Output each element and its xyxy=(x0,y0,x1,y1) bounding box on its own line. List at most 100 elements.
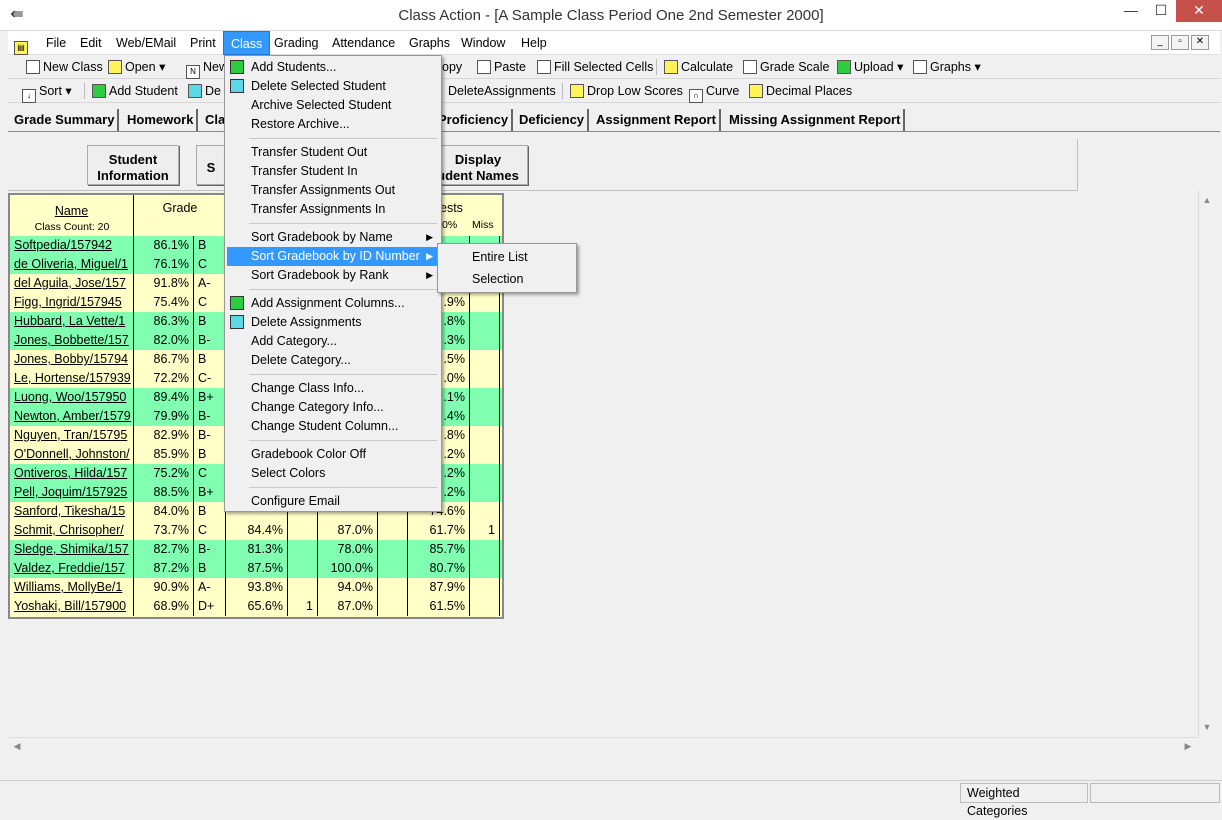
tests-miss-cell[interactable] xyxy=(470,350,500,369)
class-menu-item-transfer-student-in[interactable]: Transfer Student In xyxy=(227,162,439,181)
student-name-cell[interactable]: Williams, MollyBe/1 xyxy=(10,578,134,597)
mdi-minimize-button[interactable]: _ xyxy=(1151,35,1169,50)
grade-percent-cell[interactable]: 82.0% xyxy=(134,331,194,350)
class-menu-item-sort-gradebook-by-name[interactable]: Sort Gradebook by Name ▶ xyxy=(227,228,439,247)
menu-graphs[interactable]: Graphs xyxy=(402,31,457,55)
tests-miss-cell[interactable] xyxy=(470,597,500,616)
tests-percent-cell[interactable]: 80.7% xyxy=(408,559,470,578)
tests-miss-cell[interactable] xyxy=(470,578,500,597)
new-class-button[interactable]: New Class xyxy=(26,55,103,79)
grade-letter-cell[interactable]: B xyxy=(194,236,226,255)
grade-letter-cell[interactable]: A- xyxy=(194,578,226,597)
tests-miss-cell[interactable]: 1 xyxy=(470,521,500,540)
student-name-cell[interactable]: Sanford, Tikesha/15 xyxy=(10,502,134,521)
open-button[interactable]: Open ▾ xyxy=(108,55,165,79)
table-row[interactable]: Schmit, Chrisopher/73.7% C 84.4% 87.0% 61.7%… xyxy=(10,521,502,540)
class-menu-item-change-class-info[interactable]: Change Class Info... xyxy=(227,379,439,398)
grade-percent-cell[interactable]: 91.8% xyxy=(134,274,194,293)
student-name-cell[interactable]: Figg, Ingrid/157945 xyxy=(10,293,134,312)
miss-count-cell[interactable] xyxy=(288,578,318,597)
grade-letter-cell[interactable]: B- xyxy=(194,407,226,426)
student-name-cell[interactable]: Hubbard, La Vette/1 xyxy=(10,312,134,331)
class-menu-item-delete-category[interactable]: Delete Category... xyxy=(227,351,439,370)
student-name-cell[interactable]: O'Donnell, Johnston/ xyxy=(10,445,134,464)
copy-button[interactable]: opy xyxy=(442,55,462,79)
tests-miss-cell[interactable] xyxy=(470,388,500,407)
menu-help[interactable]: Help xyxy=(514,31,554,55)
miss-count-cell[interactable] xyxy=(288,559,318,578)
delete-assignments-button[interactable]: DeleteAssignments xyxy=(448,79,556,103)
grade-percent-cell[interactable]: 90.9% xyxy=(134,578,194,597)
grade-percent-cell[interactable]: 89.4% xyxy=(134,388,194,407)
maximize-button[interactable]: ☐ xyxy=(1146,0,1176,22)
tests-percent-cell[interactable]: 87.9% xyxy=(408,578,470,597)
student-name-cell[interactable]: Jones, Bobbette/157 xyxy=(10,331,134,350)
student-name-cell[interactable]: Schmit, Chrisopher/ xyxy=(10,521,134,540)
menu-file[interactable]: File xyxy=(39,31,73,55)
score-cell[interactable]: 87.5% xyxy=(226,559,288,578)
tests-percent-cell[interactable]: 61.5% xyxy=(408,597,470,616)
tests-miss-cell[interactable] xyxy=(470,559,500,578)
grade-percent-cell[interactable]: 82.9% xyxy=(134,426,194,445)
tests-miss-cell[interactable] xyxy=(470,312,500,331)
tests-miss-cell[interactable] xyxy=(470,293,500,312)
menu-web-email[interactable]: Web/EMail xyxy=(109,31,183,55)
mdi-restore-button[interactable]: ▫ xyxy=(1171,35,1189,50)
student-name-cell[interactable]: Nguyen, Tran/15795 xyxy=(10,426,134,445)
grade-percent-cell[interactable]: 75.2% xyxy=(134,464,194,483)
student-name-cell[interactable]: Luong, Woo/157950 xyxy=(10,388,134,407)
grade-letter-cell[interactable]: B xyxy=(194,445,226,464)
grade-percent-cell[interactable]: 73.7% xyxy=(134,521,194,540)
grade-percent-cell[interactable]: 75.4% xyxy=(134,293,194,312)
class-menu-item-delete-assignments[interactable]: Delete Assignments xyxy=(227,313,439,332)
tests-miss-cell[interactable] xyxy=(470,540,500,559)
grade-percent-cell[interactable]: 68.9% xyxy=(134,597,194,616)
class-menu-item-add-assignment-columns[interactable]: Add Assignment Columns... xyxy=(227,294,439,313)
score-cell[interactable]: 100.0% xyxy=(318,559,378,578)
class-menu-item-change-student-column[interactable]: Change Student Column... xyxy=(227,417,439,436)
grade-letter-cell[interactable]: B- xyxy=(194,426,226,445)
close-button[interactable]: ✕ xyxy=(1176,0,1222,22)
vertical-scrollbar[interactable]: ▲ ▼ xyxy=(1198,191,1215,737)
tests-miss-cell[interactable] xyxy=(470,407,500,426)
fill-selected-cells-button[interactable]: Fill Selected Cells xyxy=(537,55,653,79)
grade-scale-button[interactable]: Grade Scale xyxy=(743,55,829,79)
class-menu-item-delete-selected-student[interactable]: Delete Selected Student xyxy=(227,77,439,96)
grade-letter-cell[interactable]: C- xyxy=(194,369,226,388)
table-row[interactable]: Valdez, Freddie/157 87.2% B 87.5% 100.0% 80.7… xyxy=(10,559,502,578)
class-menu-item-sort-gradebook-by-rank[interactable]: Sort Gradebook by Rank ▶ xyxy=(227,266,439,285)
grade-percent-cell[interactable]: 76.1% xyxy=(134,255,194,274)
minimize-button[interactable]: — xyxy=(1116,0,1146,22)
student-name-cell[interactable]: Softpedia/157942 xyxy=(10,236,134,255)
grade-letter-cell[interactable]: C xyxy=(194,521,226,540)
tests-miss-cell[interactable] xyxy=(470,483,500,502)
grade-percent-cell[interactable]: 86.3% xyxy=(134,312,194,331)
student-information-button[interactable]: Student Information xyxy=(87,145,179,185)
grade-letter-cell[interactable]: A- xyxy=(194,274,226,293)
miss-count-cell[interactable] xyxy=(378,540,408,559)
miss-count-cell[interactable] xyxy=(378,578,408,597)
paste-button[interactable]: Paste xyxy=(477,55,526,79)
table-row[interactable]: Yoshaki, Bill/157900 68.9% D+ 65.6% 1 87.0% 61… xyxy=(10,597,502,616)
tab-homework[interactable]: Homework xyxy=(124,109,199,131)
miss-count-cell[interactable]: 1 xyxy=(288,597,318,616)
table-row[interactable]: Williams, MollyBe/1 90.9% A- 93.8% 94.0% 87.9… xyxy=(10,578,502,597)
student-name-cell[interactable]: Ontiveros, Hilda/157 xyxy=(10,464,134,483)
miss-count-cell[interactable] xyxy=(288,540,318,559)
mdi-close-button[interactable]: ✕ xyxy=(1191,35,1209,50)
tab-deficiency[interactable]: Deficiency xyxy=(516,109,590,131)
delete-student-button[interactable]: De xyxy=(188,79,221,103)
class-menu-item-archive-selected-student[interactable]: Archive Selected Student xyxy=(227,96,439,115)
grade-percent-cell[interactable]: 85.9% xyxy=(134,445,194,464)
grade-percent-cell[interactable]: 87.2% xyxy=(134,559,194,578)
class-menu-item-restore-archive[interactable]: Restore Archive... xyxy=(227,115,439,134)
menu-edit[interactable]: Edit xyxy=(73,31,109,55)
grade-letter-cell[interactable]: B+ xyxy=(194,388,226,407)
tests-miss-cell[interactable] xyxy=(470,445,500,464)
miss-count-cell[interactable] xyxy=(378,559,408,578)
student-name-cell[interactable]: del Aguila, Jose/157 xyxy=(10,274,134,293)
tab-proficiency[interactable]: Proficiency xyxy=(435,109,514,131)
class-menu-item-change-category-info[interactable]: Change Category Info... xyxy=(227,398,439,417)
grade-percent-cell[interactable]: 72.2% xyxy=(134,369,194,388)
grade-letter-cell[interactable]: D+ xyxy=(194,597,226,616)
